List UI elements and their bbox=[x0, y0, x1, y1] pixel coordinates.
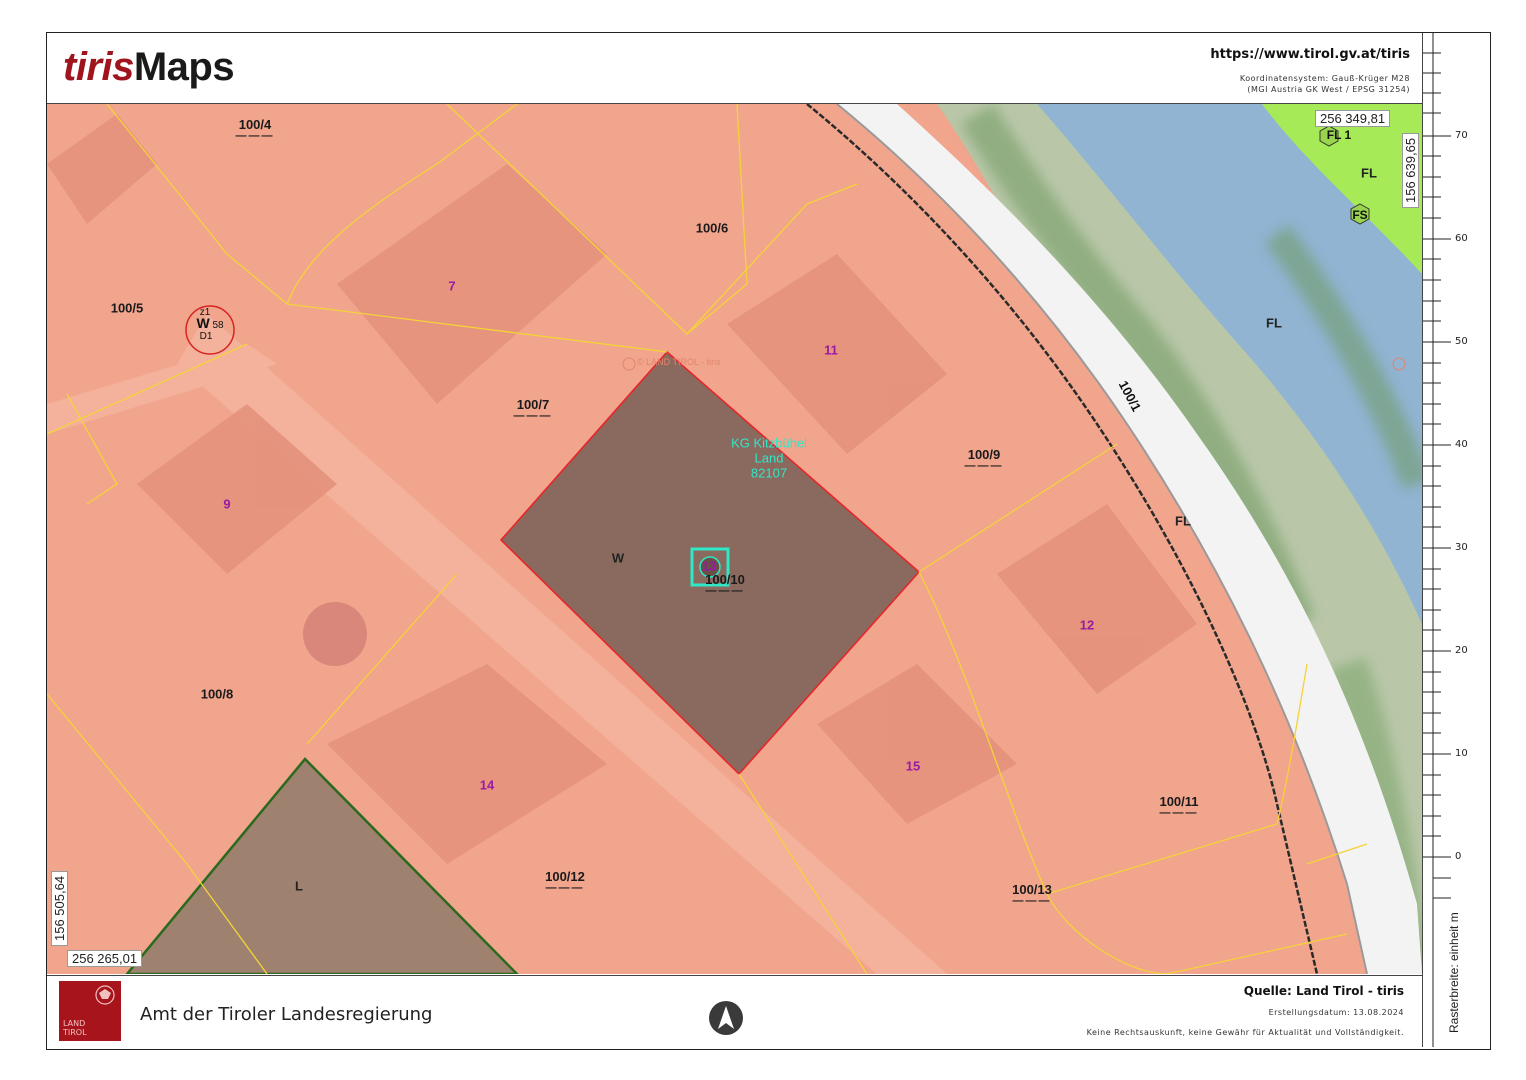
parcel-label-100-4[interactable]: 100/4 ——— bbox=[236, 117, 275, 142]
map-graphics bbox=[47, 104, 1422, 974]
zone-label-w: W bbox=[611, 550, 625, 566]
house-number-12: 12 bbox=[1079, 617, 1095, 633]
parcel-label-100-13[interactable]: 100/13 ——— bbox=[1012, 882, 1052, 907]
scale-ruler bbox=[1423, 33, 1451, 1047]
parcel-label-100-11[interactable]: 100/11 ——— bbox=[1159, 794, 1198, 819]
scale-tick-0: 0 bbox=[1455, 851, 1462, 862]
tirismaps-logo: tirisMaps bbox=[63, 45, 235, 89]
parcel-label-100-5[interactable]: 100/5 bbox=[111, 301, 144, 316]
scale-tick-20: 20 bbox=[1455, 645, 1468, 656]
zone-label-fl: FL bbox=[1266, 315, 1282, 331]
zone-label-fl: FL bbox=[1175, 513, 1191, 529]
zone-label-fs: FS bbox=[1352, 208, 1368, 222]
cadastral-community-label: KG Kitzbühel Land 82107 bbox=[731, 435, 807, 481]
coord-bottom-left-y: 156 505,64 bbox=[51, 870, 68, 946]
header-url[interactable]: https://www.tirol.gv.at/tiris bbox=[1210, 47, 1410, 62]
parcel-label-100-7[interactable]: 100/7 ——— bbox=[514, 397, 553, 422]
office-name: Amt der Tiroler Landesregierung bbox=[140, 1004, 433, 1025]
map-watermark: © LAND TIROL - tiris bbox=[637, 357, 721, 367]
house-number-9: 9 bbox=[223, 496, 231, 512]
source-label: Quelle: Land Tirol - tiris bbox=[1243, 984, 1404, 998]
scale-tick-10: 10 bbox=[1455, 748, 1468, 759]
scale-tick-50: 50 bbox=[1455, 336, 1468, 347]
creation-date: Erstellungsdatum: 13.08.2024 bbox=[1268, 1008, 1404, 1017]
house-number-13: 13 bbox=[701, 558, 717, 574]
scale-unit-label: Rasterbreite: einheit m bbox=[1447, 912, 1461, 1033]
zone-label-fl: FL bbox=[1361, 165, 1377, 181]
scale-tick-30: 30 bbox=[1455, 542, 1468, 553]
parcel-label-100-8[interactable]: 100/8 bbox=[201, 687, 234, 702]
scale-tick-60: 60 bbox=[1455, 233, 1468, 244]
scale-tick-70: 70 bbox=[1455, 130, 1468, 141]
house-number-14: 14 bbox=[479, 777, 495, 793]
coord-top-right-x: 256 349,81 bbox=[1315, 110, 1391, 127]
footer: LAND TIROL Amt der Tiroler Landesregierun… bbox=[47, 975, 1422, 1048]
scale-bar: 70 60 50 40 30 20 10 0 Rasterbreite: ein… bbox=[1422, 33, 1489, 1047]
coord-bottom-left-x: 256 265,01 bbox=[67, 950, 143, 967]
zone-label-fl1: FL 1 bbox=[1326, 128, 1352, 142]
disclaimer: Keine Rechtsauskunft, keine Gewähr für A… bbox=[1086, 1028, 1404, 1037]
zone-label-l: L bbox=[295, 878, 303, 894]
zoning-marker[interactable]: z1 W 58 D1 bbox=[186, 307, 234, 355]
house-number-11: 11 bbox=[824, 342, 838, 358]
parcel-label-100-12[interactable]: 100/12 ——— bbox=[545, 869, 585, 894]
parcel-label-100-6[interactable]: 100/6 bbox=[696, 221, 729, 236]
scale-tick-40: 40 bbox=[1455, 439, 1468, 450]
house-number-15: 15 bbox=[905, 758, 921, 774]
north-arrow-icon bbox=[709, 1001, 743, 1035]
map-canvas[interactable]: 100/4 ——— 100/5 100/6 100/7 ——— 100/8 100/… bbox=[47, 104, 1422, 974]
coord-top-right-y: 156 639,65 bbox=[1402, 132, 1419, 208]
land-tirol-logo: LAND TIROL bbox=[59, 981, 121, 1041]
header: tirisMaps https://www.tirol.gv.at/tiris … bbox=[47, 33, 1422, 104]
parcel-label-100-10[interactable]: 100/10 ——— bbox=[705, 572, 745, 597]
parcel-label-100-9[interactable]: 100/9 ——— bbox=[965, 447, 1004, 472]
house-number-7: 7 bbox=[448, 278, 456, 294]
coordinate-system-info: Koordinatensystem: Gauß-Krüger M28 (MGI … bbox=[1239, 74, 1410, 94]
